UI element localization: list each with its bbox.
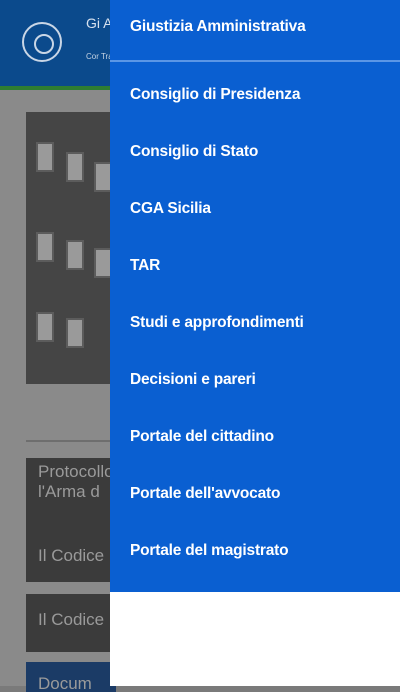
menu-item-portale-del-magistrato[interactable]: Portale del magistrato — [110, 522, 400, 579]
menu-item-cga-sicilia[interactable]: CGA Sicilia — [110, 180, 400, 237]
news-item-label: Il Codice — [38, 610, 105, 629]
news-item-label: Docum — [38, 674, 92, 692]
menu-item-portale-dell-avvocato[interactable]: Portale dell'avvocato — [110, 465, 400, 522]
news-item[interactable]: Il Codice — [26, 594, 116, 652]
site-title: Gi Ar — [86, 15, 110, 31]
content-divider — [26, 440, 116, 442]
menu-item-label: Portale del cittadino — [130, 427, 274, 445]
news-item-label: Protocollo l'Arma d — [38, 462, 114, 501]
menu-item-giustizia-amministrativa[interactable]: Giustizia Amministrativa — [110, 0, 306, 60]
menu-backdrop — [110, 592, 400, 686]
menu-item-tar[interactable]: TAR — [110, 237, 400, 294]
menu-item-consiglio-di-presidenza[interactable]: Consiglio di Presidenza — [110, 66, 400, 123]
building-photo — [26, 112, 116, 384]
menu-item-label: Decisioni e pareri — [130, 370, 256, 388]
menu-item-label: Studi e approfondimenti — [130, 313, 304, 331]
menu-item-label: CGA Sicilia — [130, 199, 211, 217]
menu-item-label: Giustizia Amministrativa — [130, 18, 306, 35]
menu-item-decisioni-e-pareri[interactable]: Decisioni e pareri — [110, 351, 400, 408]
menu-item-label: Portale dell'avvocato — [130, 484, 281, 502]
menu-item-consiglio-di-stato[interactable]: Consiglio di Stato — [110, 123, 400, 180]
site-subtitle: Cor Tra — [86, 52, 110, 61]
emblem-icon — [22, 22, 62, 62]
menu-item-label: Portale del magistrato — [130, 541, 289, 559]
menu-item-label: TAR — [130, 256, 161, 274]
menu-header: Giustizia Amministrativa — [110, 0, 400, 62]
news-item[interactable]: Il Codice — [26, 532, 116, 582]
menu-item-label: Consiglio di Presidenza — [130, 85, 301, 103]
menu-item-studi-e-approfondimenti[interactable]: Studi e approfondimenti — [110, 294, 400, 351]
news-item[interactable]: Docum — [26, 662, 116, 692]
menu-item-label: Consiglio di Stato — [130, 142, 259, 160]
menu-item-portale-del-cittadino[interactable]: Portale del cittadino — [110, 408, 400, 465]
navigation-menu: Giustizia Amministrativa Consiglio di Pr… — [110, 0, 400, 592]
news-item-label: Il Codice — [38, 546, 105, 565]
menu-list: Consiglio di Presidenza Consiglio di Sta… — [110, 62, 400, 579]
